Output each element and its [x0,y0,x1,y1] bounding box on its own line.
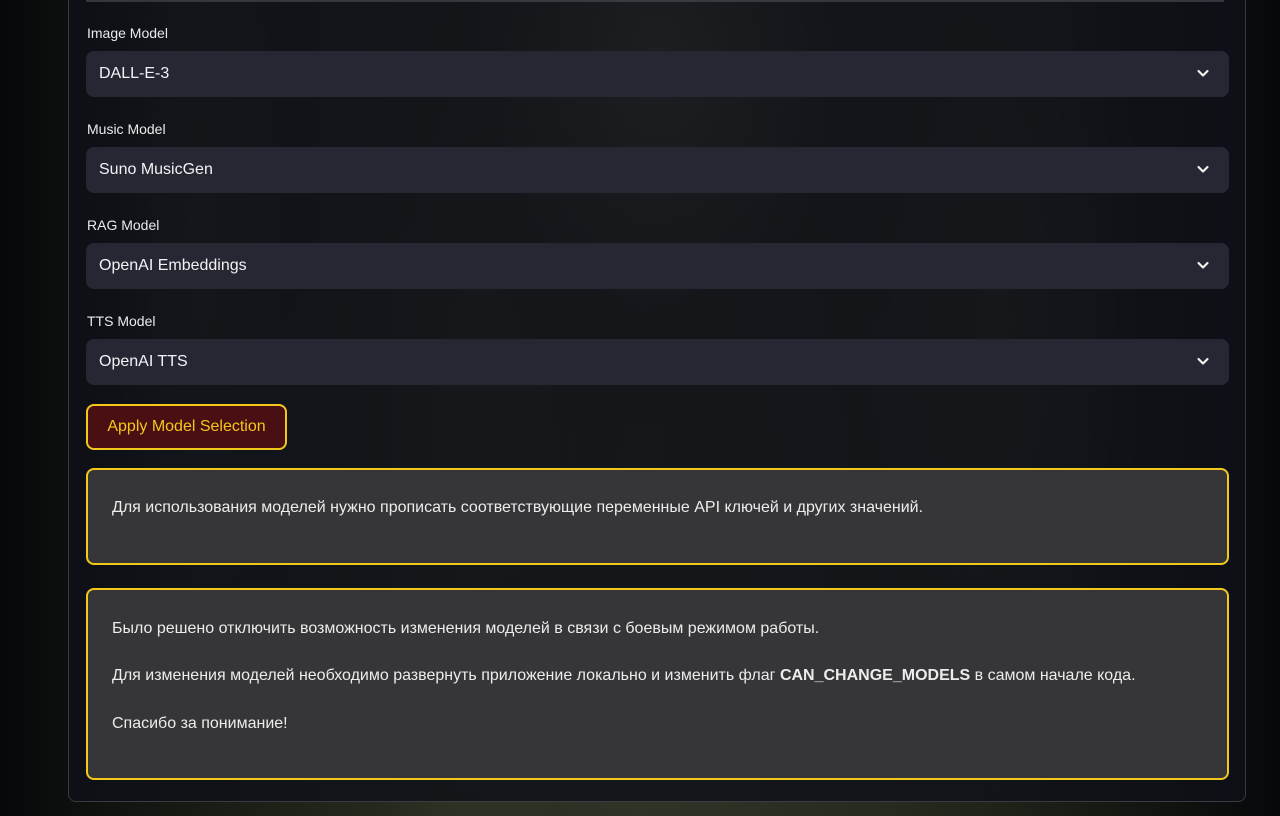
image-model-value: DALL-E-3 [99,65,170,82]
rag-model-value: OpenAI Embeddings [99,257,247,274]
rag-model-label: RAG Model [87,217,160,233]
api-keys-notice: Для использования моделей нужно прописат… [86,468,1229,565]
divider [86,0,1224,2]
notice-line-3: Спасибо за понимание! [112,715,288,732]
tts-model-label: TTS Model [87,313,156,329]
chevron-down-icon [1197,69,1209,77]
notice-line-1: Было решено отключить возможность измене… [112,620,820,637]
music-model-value: Suno MusicGen [99,161,213,178]
image-model-label: Image Model [87,25,168,41]
chevron-down-icon [1197,165,1209,173]
apply-model-selection-button[interactable]: Apply Model Selection [86,404,287,450]
chevron-down-icon [1197,261,1209,269]
music-model-label: Music Model [87,121,166,137]
can-change-models-flag: CAN_CHANGE_MODELS [779,667,971,684]
music-model-select[interactable]: Suno MusicGen [86,147,1229,193]
model-change-disabled-notice: Было решено отключить возможность измене… [86,588,1229,780]
tts-model-select[interactable]: OpenAI TTS [86,339,1229,385]
notice-line-2: Для изменения моделей необходимо разверн… [112,667,1136,685]
image-model-select[interactable]: DALL-E-3 [86,51,1229,97]
rag-model-select[interactable]: OpenAI Embeddings [86,243,1229,289]
api-keys-notice-text: Для использования моделей нужно прописат… [112,499,924,516]
tts-model-value: OpenAI TTS [99,353,188,370]
chevron-down-icon [1197,357,1209,365]
notice-line-2-end: в самом начале кода. [970,667,1136,684]
notice-line-2-start: Для изменения моделей необходимо разверн… [112,667,780,684]
